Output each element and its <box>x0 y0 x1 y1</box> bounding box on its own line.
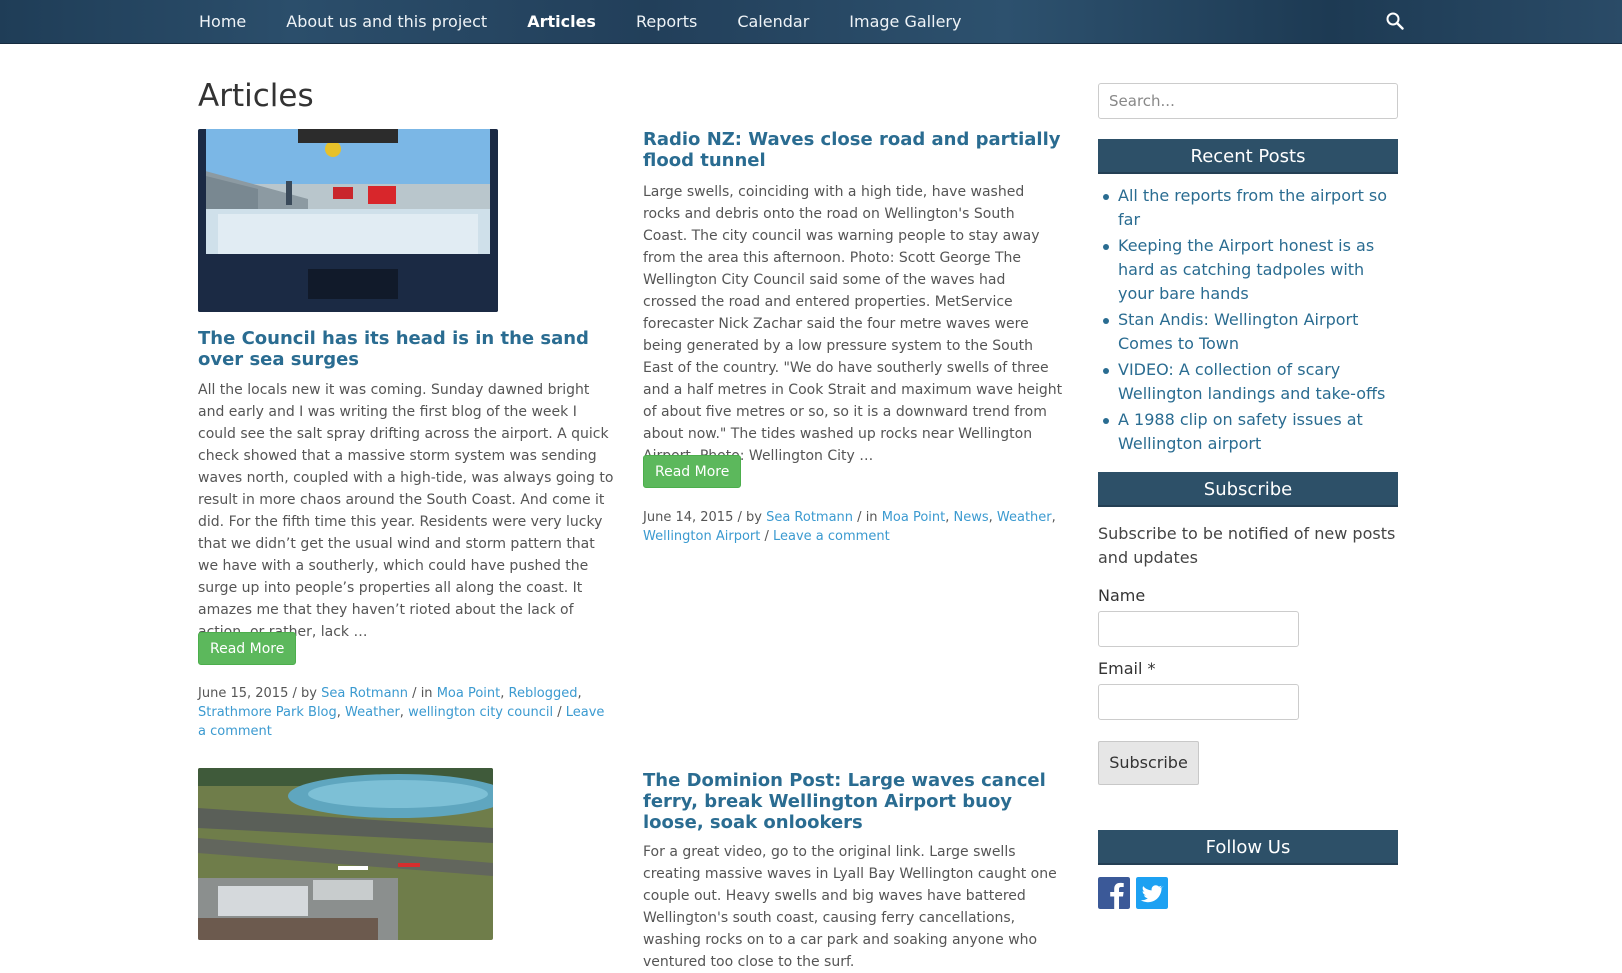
post-2-category-link[interactable]: Wellington Airport <box>643 529 760 544</box>
post-2-category-link[interactable]: News <box>954 510 989 525</box>
email-label: Email * <box>1098 659 1156 678</box>
post-1-category-link[interactable]: Moa Point <box>437 686 501 701</box>
post-1-category-link[interactable]: wellington city council <box>408 705 553 720</box>
name-label: Name <box>1098 586 1146 605</box>
name-field[interactable] <box>1098 611 1299 647</box>
recent-post-item[interactable]: VIDEO: A collection of scary Wellington … <box>1103 358 1398 406</box>
post-1-excerpt: All the locals new it was coming. Sunday… <box>198 382 614 640</box>
subscribe-header: Subscribe <box>1098 472 1398 507</box>
post-2-category-link[interactable]: Weather <box>997 510 1052 525</box>
subscribe-description: Subscribe to be notified of new posts an… <box>1098 524 1396 567</box>
facebook-icon[interactable] <box>1098 877 1130 909</box>
post-1-category-link[interactable]: Strathmore Park Blog <box>198 705 337 720</box>
post-2-by: / by <box>733 510 767 525</box>
post-1-comment-separator: / <box>553 705 566 720</box>
post-1-thumbnail[interactable] <box>198 129 498 312</box>
recent-post-link[interactable]: Stan Andis: Wellington Airport Comes to … <box>1118 310 1358 353</box>
nav-item-image-gallery[interactable]: Image Gallery <box>849 12 961 31</box>
bullet-icon <box>1103 194 1109 200</box>
follow-us-header: Follow Us <box>1098 830 1398 865</box>
nav-links: Home About us and this project Articles … <box>199 0 1001 43</box>
recent-post-item[interactable]: Stan Andis: Wellington Airport Comes to … <box>1103 308 1398 356</box>
post-1-meta: June 15, 2015 / by Sea Rotmann / in Moa … <box>198 684 614 741</box>
post-1-by: / by <box>288 686 322 701</box>
bullet-icon <box>1103 368 1109 374</box>
recent-posts-list: All the reports from the airport so far … <box>1098 184 1398 458</box>
post-1-in: / in <box>408 686 437 701</box>
search-icon[interactable] <box>1385 11 1405 31</box>
post-2-excerpt: Large swells, coinciding with a high tid… <box>643 184 1063 464</box>
sidebar-search-input[interactable] <box>1098 83 1398 119</box>
post-1-category-link[interactable]: Weather <box>345 705 400 720</box>
post-3-excerpt: For a great video, go to the original li… <box>643 844 1057 970</box>
recent-post-item[interactable]: A 1988 clip on safety issues at Wellingt… <box>1103 408 1398 456</box>
nav-item-articles[interactable]: Articles <box>527 12 596 31</box>
bullet-icon <box>1103 418 1109 424</box>
post-1-read-more-button[interactable]: Read More <box>198 632 297 665</box>
nav-item-reports[interactable]: Reports <box>636 12 697 31</box>
post-3-title[interactable]: The Dominion Post: Large waves cancel fe… <box>643 770 1063 833</box>
post-3-thumbnail[interactable] <box>198 768 493 940</box>
nav-item-home[interactable]: Home <box>199 12 246 31</box>
twitter-icon[interactable] <box>1136 877 1168 909</box>
recent-post-link[interactable]: VIDEO: A collection of scary Wellington … <box>1118 360 1385 403</box>
post-2-read-more-button[interactable]: Read More <box>643 455 742 488</box>
nav-item-about[interactable]: About us and this project <box>286 12 487 31</box>
subscribe-button[interactable]: Subscribe <box>1098 741 1199 785</box>
nav-item-calendar[interactable]: Calendar <box>737 12 809 31</box>
post-1-author-link[interactable]: Sea Rotmann <box>321 686 408 701</box>
post-2-category-link[interactable]: Moa Point <box>882 510 946 525</box>
post-2-category-separator: , <box>988 510 997 525</box>
post-1-category-separator: , <box>500 686 509 701</box>
post-1-category-separator: , <box>336 705 346 720</box>
post-1-category-separator: , <box>399 705 409 720</box>
post-2-comment-link[interactable]: Leave a comment <box>773 529 890 544</box>
post-2-category-separator: , <box>1051 510 1056 525</box>
post-2-category-separator: , <box>945 510 954 525</box>
bullet-icon <box>1103 318 1109 324</box>
bullet-icon <box>1103 244 1109 250</box>
email-field[interactable] <box>1098 684 1299 720</box>
post-1-title[interactable]: The Council has its head is in the sand … <box>198 328 614 370</box>
recent-post-link[interactable]: A 1988 clip on safety issues at Wellingt… <box>1118 410 1363 453</box>
post-1-category-separator: , <box>577 686 582 701</box>
post-1-date: June 15, 2015 <box>198 686 289 701</box>
page-title: Articles <box>198 78 314 114</box>
post-2-author-link[interactable]: Sea Rotmann <box>766 510 853 525</box>
post-2-meta: June 14, 2015 / by Sea Rotmann / in Moa … <box>643 508 1063 546</box>
recent-post-link[interactable]: All the reports from the airport so far <box>1118 186 1387 229</box>
post-2-title[interactable]: Radio NZ: Waves close road and partially… <box>643 129 1063 171</box>
recent-post-item[interactable]: All the reports from the airport so far <box>1103 184 1398 232</box>
post-2-comment-separator: / <box>760 529 773 544</box>
recent-post-item[interactable]: Keeping the Airport honest is as hard as… <box>1103 234 1398 306</box>
top-navigation-bar: Home About us and this project Articles … <box>0 0 1622 44</box>
post-2-date: June 14, 2015 <box>643 510 734 525</box>
recent-post-link[interactable]: Keeping the Airport honest is as hard as… <box>1118 236 1374 303</box>
post-2-in: / in <box>853 510 882 525</box>
post-1-category-link[interactable]: Reblogged <box>509 686 578 701</box>
recent-posts-header: Recent Posts <box>1098 139 1398 174</box>
